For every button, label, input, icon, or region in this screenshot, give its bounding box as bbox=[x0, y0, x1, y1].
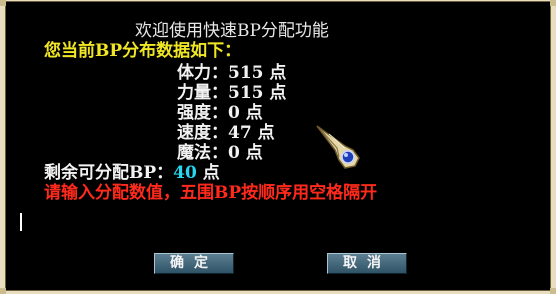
cancel-button[interactable]: 取消 bbox=[327, 253, 407, 274]
input-instruction: 请输入分配数值，五围BP按顺序用空格隔开 bbox=[44, 183, 378, 203]
stat-unit: 点 bbox=[245, 143, 263, 163]
stat-label: 速度： bbox=[177, 123, 228, 143]
bp-intro-text: 您当前BP分布数据如下： bbox=[44, 41, 242, 61]
stat-label: 强度： bbox=[177, 103, 228, 123]
bp-input-field[interactable] bbox=[15, 210, 535, 234]
stat-row-strength: 力量：515 点 bbox=[177, 84, 286, 103]
stat-value: 515 bbox=[228, 63, 264, 83]
text-caret bbox=[20, 213, 22, 231]
stat-unit: 点 bbox=[269, 63, 287, 83]
stat-value: 0 bbox=[228, 143, 240, 163]
stat-label: 魔法： bbox=[177, 143, 228, 163]
remaining-bp-unit: 点 bbox=[202, 163, 220, 183]
stat-value: 0 bbox=[228, 103, 240, 123]
remaining-bp-row: 剩余可分配BP：40 点 bbox=[44, 164, 220, 183]
stat-label: 体力： bbox=[177, 63, 228, 83]
stat-unit: 点 bbox=[269, 83, 287, 103]
remaining-bp-label: 剩余可分配BP： bbox=[44, 163, 174, 183]
stat-value: 47 bbox=[228, 123, 252, 143]
stat-row-speed: 速度：47 点 bbox=[177, 124, 275, 143]
gauntlet-pointer-icon bbox=[316, 125, 360, 169]
stat-unit: 点 bbox=[257, 123, 275, 143]
stat-label: 力量： bbox=[177, 83, 228, 103]
remaining-bp-value: 40 bbox=[173, 163, 197, 183]
frame-corner-br bbox=[550, 288, 556, 294]
confirm-button[interactable]: 确定 bbox=[154, 253, 234, 274]
dialog-title: 欢迎使用快速BP分配功能 bbox=[135, 21, 329, 41]
stat-row-toughness: 强度：0 点 bbox=[177, 104, 263, 123]
stat-row-magic: 魔法：0 点 bbox=[177, 144, 263, 163]
frame-corner-tl bbox=[0, 0, 6, 6]
frame-corner-bl bbox=[0, 288, 6, 294]
stat-unit: 点 bbox=[245, 103, 263, 123]
stat-row-vitality: 体力：515 点 bbox=[177, 64, 286, 83]
stat-value: 515 bbox=[228, 83, 264, 103]
frame-corner-tr bbox=[550, 0, 556, 6]
